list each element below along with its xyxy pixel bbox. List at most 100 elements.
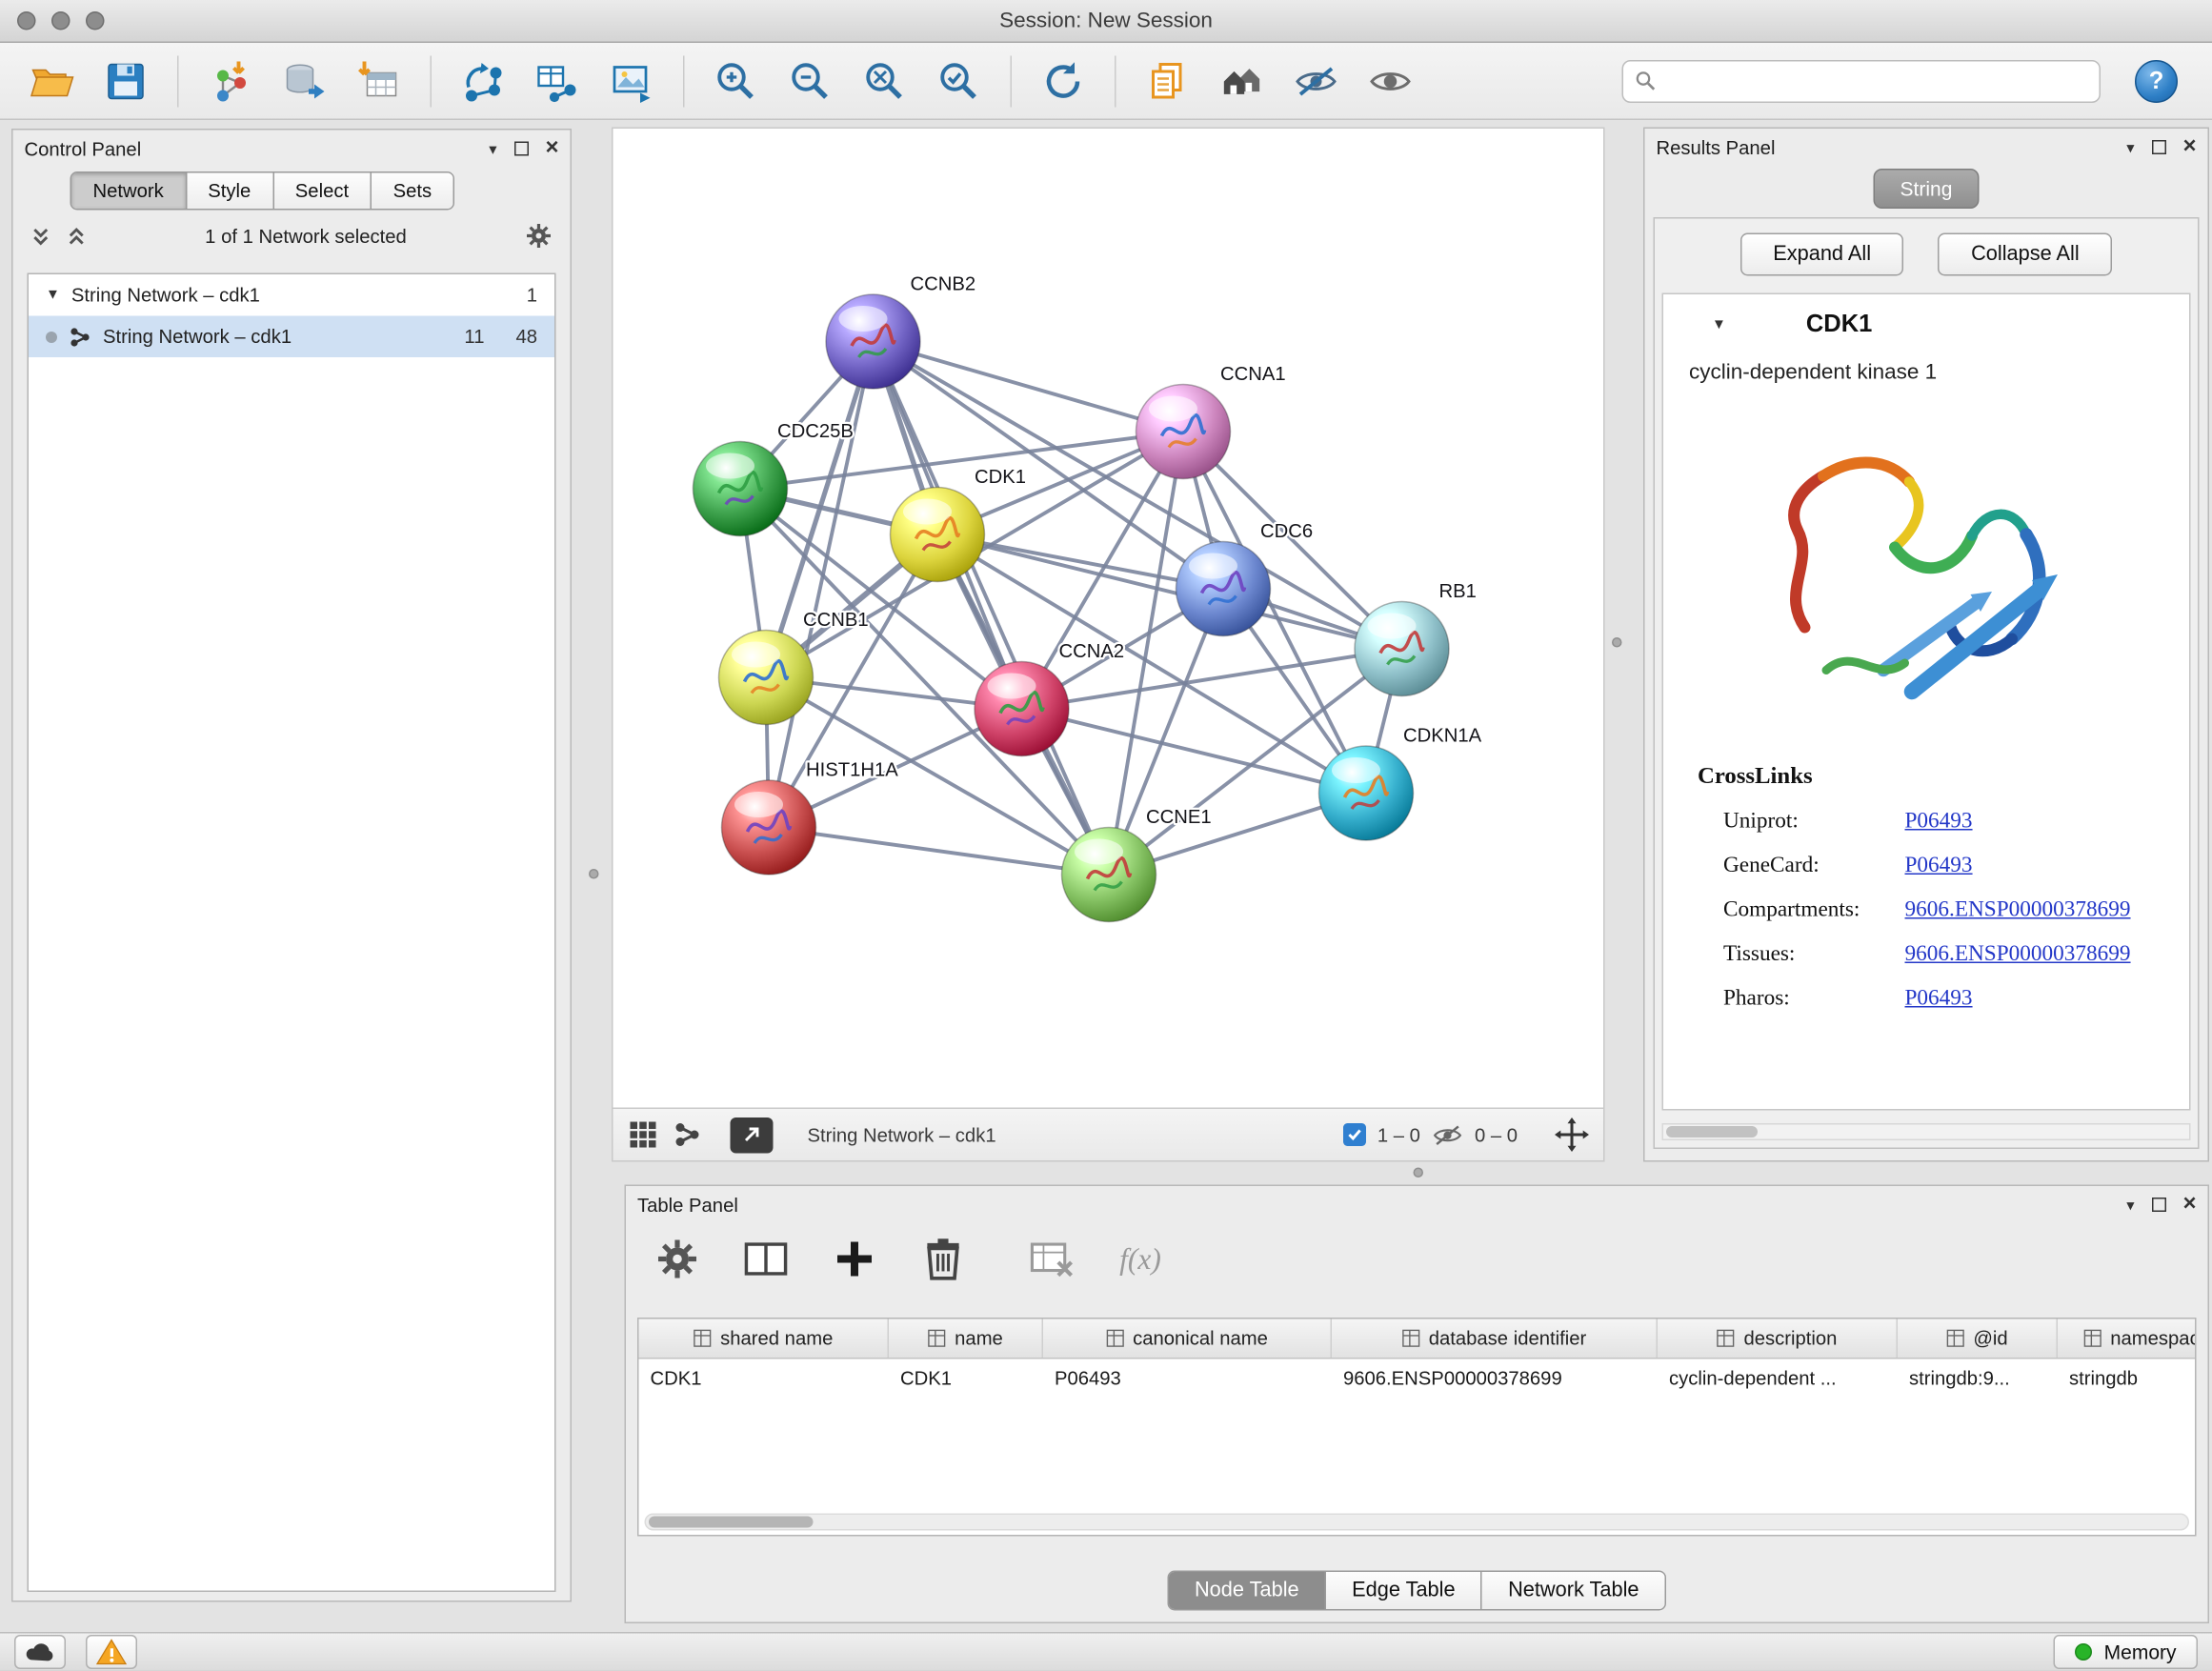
zoom-selected-button[interactable] [928,50,991,112]
grid-view-icon[interactable] [628,1119,659,1151]
zoom-out-button[interactable] [779,50,842,112]
panel-close-icon[interactable]: × [2182,1198,2196,1212]
expand-all-button[interactable]: Expand All [1740,233,1904,276]
tab-select[interactable]: Select [273,173,372,210]
tab-edge-table[interactable]: Edge Table [1326,1572,1482,1609]
node-CDC6[interactable] [1176,542,1271,636]
zoom-window-button[interactable] [86,11,105,30]
panel-menu-icon[interactable]: ▾ [489,139,496,158]
compartments-link[interactable]: 9606.ENSP00000378699 [1905,896,2131,922]
column-header-shared-name[interactable]: shared name [639,1319,890,1359]
hidden-items-icon[interactable] [1432,1122,1463,1147]
panel-menu-icon[interactable]: ▾ [2126,138,2134,157]
zoom-in-button[interactable] [705,50,768,112]
panel-float-icon[interactable] [2151,1198,2165,1212]
copy-button[interactable] [1136,50,1199,112]
node-CDK1[interactable] [891,488,985,582]
pharos-link[interactable]: P06493 [1905,985,1973,1011]
refresh-view-button[interactable] [1032,50,1095,112]
tissues-link[interactable]: 9606.ENSP00000378699 [1905,941,2131,967]
search-input[interactable] [1665,69,2088,93]
disclosure-triangle-icon[interactable]: ▼ [46,288,60,304]
node-HIST1H1A[interactable] [722,780,816,875]
column-header-id[interactable]: @id [1898,1319,2058,1359]
splitter-handle[interactable] [589,869,599,879]
import-table-file-button[interactable] [348,50,411,112]
cloud-status-button[interactable] [14,1635,66,1669]
collapse-all-button[interactable]: Collapse All [1939,233,2113,276]
splitter-handle[interactable] [1612,637,1622,648]
memory-button[interactable]: Memory [2054,1635,2198,1669]
zoom-fit-button[interactable] [854,50,916,112]
column-header-namespace[interactable]: namespac [2058,1319,2197,1359]
edge-HIST1H1A-CCNE1[interactable] [769,828,1109,876]
scrollbar-thumb[interactable] [1666,1126,1758,1137]
edge-CCNB2-HIST1H1A[interactable] [769,342,874,828]
column-header-name[interactable]: name [889,1319,1043,1359]
node-CCNB1[interactable] [719,631,814,725]
network-row-selected[interactable]: String Network – cdk1 11 48 [29,316,554,358]
network-collection-row[interactable]: ▼ String Network – cdk1 1 [29,274,554,316]
node-CDKN1A[interactable] [1319,746,1414,840]
results-horizontal-scrollbar[interactable] [1662,1123,2191,1140]
annotation-mode-button[interactable] [731,1117,774,1153]
title-bar[interactable]: Session: New Session [0,0,2212,43]
edge-CCNB2-CCNE1[interactable] [874,342,1110,876]
table-horizontal-scrollbar[interactable] [645,1514,2190,1531]
delete-column-button[interactable] [917,1234,969,1285]
save-session-button[interactable] [94,50,157,112]
column-header-canonical-name[interactable]: canonical name [1043,1319,1332,1359]
share-network-icon[interactable] [674,1120,702,1149]
help-button[interactable]: ? [2135,59,2178,102]
tab-sets[interactable]: Sets [372,173,453,210]
export-image-button[interactable] [600,50,663,112]
node-CCNA1[interactable] [1136,385,1231,479]
warnings-button[interactable] [86,1635,137,1669]
uniprot-link[interactable]: P06493 [1905,808,1973,834]
delete-table-button[interactable] [1026,1234,1077,1285]
add-column-button[interactable] [829,1234,880,1285]
panel-menu-icon[interactable]: ▾ [2126,1196,2134,1215]
node-RB1[interactable] [1355,602,1449,696]
panel-close-icon[interactable]: × [545,142,558,156]
tab-network-table[interactable]: Network Table [1482,1572,1664,1609]
import-network-file-button[interactable] [199,50,262,112]
selected-items-checkbox[interactable] [1343,1123,1366,1146]
expand-all-icon[interactable] [66,225,88,247]
table-row[interactable]: CDK1 CDK1 P06493 9606.ENSP00000378699 cy… [639,1359,2196,1399]
table-settings-button[interactable] [652,1234,703,1285]
tab-style[interactable]: Style [187,173,274,210]
tab-network[interactable]: Network [71,173,187,210]
node-CCNE1[interactable] [1062,828,1156,922]
import-network-database-button[interactable] [273,50,336,112]
node-CCNA2[interactable] [975,662,1069,756]
scrollbar-thumb[interactable] [649,1517,814,1528]
tab-node-table[interactable]: Node Table [1169,1572,1326,1609]
show-columns-button[interactable] [740,1234,792,1285]
edge-CCNB2-CCNA1[interactable] [874,342,1184,433]
home-button[interactable] [1211,50,1274,112]
hide-details-button[interactable] [1285,50,1348,112]
column-header-description[interactable]: description [1658,1319,1898,1359]
splitter-handle[interactable] [1414,1168,1424,1178]
genecard-link[interactable]: P06493 [1905,853,1973,878]
string-results-tab[interactable]: String [1873,169,1980,209]
panel-float-icon[interactable] [513,142,528,156]
open-session-button[interactable] [20,50,83,112]
node-CDC25B[interactable] [694,442,788,536]
collapse-all-icon[interactable] [30,225,52,247]
new-network-from-selection-button[interactable] [452,50,514,112]
disclosure-triangle-icon[interactable]: ▼ [1712,316,1726,332]
pan-crosshair-icon[interactable] [1555,1117,1589,1152]
gear-icon[interactable] [525,222,553,251]
new-table-button[interactable] [526,50,589,112]
function-builder-button[interactable]: f(x) [1115,1234,1166,1285]
node-CCNB2[interactable] [826,294,920,389]
panel-float-icon[interactable] [2151,140,2165,154]
minimize-window-button[interactable] [51,11,70,30]
column-header-database-identifier[interactable]: database identifier [1332,1319,1658,1359]
panel-close-icon[interactable]: × [2182,140,2196,154]
show-details-button[interactable] [1359,50,1422,112]
close-window-button[interactable] [17,11,36,30]
network-canvas[interactable]: CCNB2CCNA1CDC25BCDK1CDC6RB1CCNB1CCNA2CDK… [613,129,1604,1108]
